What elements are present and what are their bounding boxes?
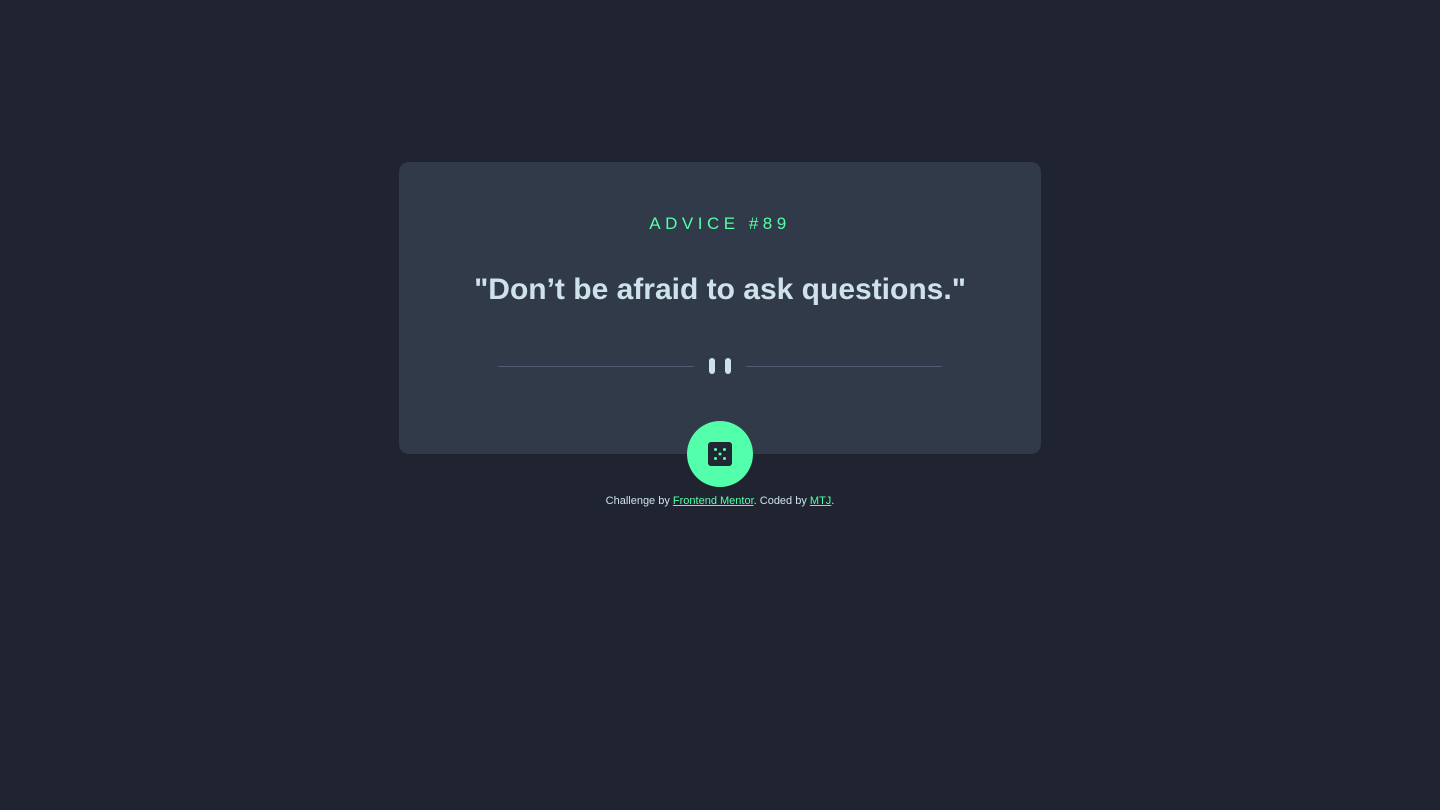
attribution-suffix: .	[831, 495, 835, 507]
advice-text: "Don’t be afraid to ask questions."	[474, 273, 966, 306]
divider-line-left	[498, 366, 694, 367]
attribution: Challenge by Frontend Mentor. Coded by M…	[0, 495, 1440, 507]
attribution-middle: . Coded by	[753, 495, 810, 507]
divider-line-right	[746, 366, 942, 367]
advice-id: ADVICE #89	[649, 214, 791, 233]
attribution-prefix: Challenge by	[605, 495, 673, 507]
dice-button[interactable]	[687, 421, 753, 487]
pattern-divider	[498, 357, 942, 375]
author-link[interactable]: MTJ	[810, 495, 831, 507]
dice-icon	[708, 442, 732, 466]
advice-card: ADVICE #89 "Don’t be afraid to ask quest…	[399, 162, 1041, 487]
pause-icon	[709, 358, 731, 374]
frontend-mentor-link[interactable]: Frontend Mentor	[673, 495, 754, 507]
